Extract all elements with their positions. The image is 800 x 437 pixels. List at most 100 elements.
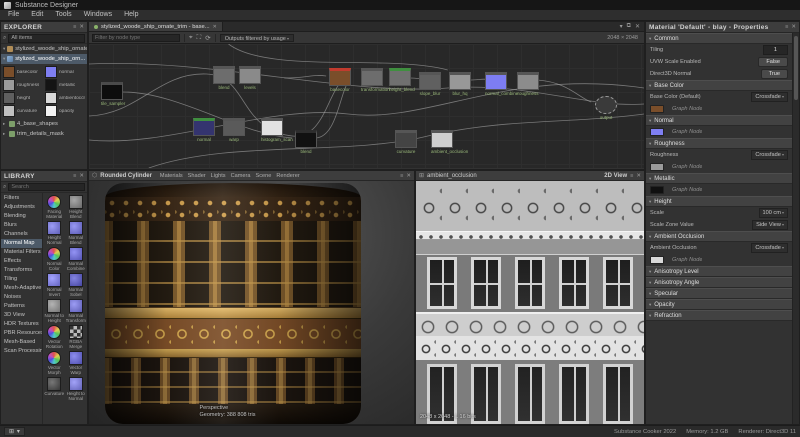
menu-item[interactable]: Windows	[78, 10, 118, 20]
expand-arrow-icon[interactable]: ▸	[3, 131, 7, 137]
output-item[interactable]: normal	[45, 66, 85, 78]
output-item[interactable]: opacity	[45, 105, 85, 117]
graph-node[interactable]: transformation	[361, 68, 383, 92]
property-value[interactable]: Crossfade	[751, 243, 788, 253]
scrollbar-track[interactable]	[792, 33, 799, 424]
library-category[interactable]: Tiling	[1, 275, 42, 284]
panel-menu-icon[interactable]: ≡	[73, 173, 76, 179]
explorer-filter-dropdown[interactable]: All items	[8, 34, 85, 43]
resource-row[interactable]: ▸ trim_details_mask	[1, 129, 87, 139]
graph-node[interactable]: tile_sampler	[101, 82, 123, 106]
library-category[interactable]: Filters	[1, 194, 42, 203]
graph-node[interactable]: roughness	[517, 72, 539, 96]
property-value[interactable]: Crossfade	[751, 150, 788, 160]
close-icon[interactable]: ✕	[635, 23, 640, 30]
output-item[interactable]: height	[3, 92, 43, 104]
library-item[interactable]: Vector Warp	[66, 351, 87, 375]
library-category[interactable]: Blurs	[1, 221, 42, 230]
property-value[interactable]: True	[761, 69, 788, 79]
graph-node[interactable]: normal	[193, 118, 215, 142]
library-item[interactable]: Normal Blend	[66, 221, 87, 245]
menu-item[interactable]: Edit	[25, 10, 49, 20]
graph-node[interactable]: height_blend	[389, 68, 411, 92]
library-category[interactable]: Mesh-Adaptive	[1, 284, 42, 293]
output-item[interactable]: metallic	[45, 79, 85, 91]
library-category[interactable]: Mesh-Based	[1, 338, 42, 347]
section-header[interactable]: ▾ Base Color	[646, 80, 792, 91]
property-value[interactable]: Graph Node	[672, 106, 702, 112]
view3d-menu-item[interactable]: Materials	[160, 173, 183, 179]
graph-node[interactable]: ambient_occlusion	[431, 130, 453, 154]
view3d-menu-item[interactable]: Renderer	[276, 173, 299, 179]
property-value[interactable]: Graph Node	[672, 257, 702, 263]
library-category[interactable]: Adjustments	[1, 203, 42, 212]
library-item[interactable]: Curvature	[44, 377, 65, 401]
expand-arrow-icon[interactable]: ▾	[3, 56, 5, 62]
menu-item[interactable]: Tools	[49, 10, 77, 20]
float-panel-icon[interactable]: ⧉	[627, 23, 631, 30]
library-category[interactable]: PBR Resources	[1, 329, 42, 338]
graph-view-mode-dropdown[interactable]: Outputs filtered by usage	[220, 34, 294, 42]
view3d-menu-item[interactable]: Lights	[211, 173, 226, 179]
section-header[interactable]: ▾ Common	[646, 33, 792, 44]
library-category[interactable]: Blending	[1, 212, 42, 221]
graph-node[interactable]: output	[595, 96, 617, 120]
fit-view-icon[interactable]: ⛶	[197, 34, 202, 42]
library-category[interactable]: Normal Map	[1, 239, 42, 248]
expand-arrow-icon[interactable]: ▸	[3, 121, 7, 127]
section-header[interactable]: ▾ Opacity	[646, 299, 792, 310]
library-search-input[interactable]	[8, 183, 85, 191]
panel-menu-icon[interactable]: ≡	[73, 24, 76, 30]
property-value[interactable]: False	[758, 57, 788, 67]
section-header[interactable]: ▾ Refraction	[646, 310, 792, 321]
menu-item[interactable]: File	[2, 10, 25, 20]
graph-node[interactable]: warp	[223, 118, 245, 142]
property-value[interactable]: 100 cm	[759, 208, 788, 218]
library-item[interactable]: Normal Color	[44, 247, 65, 271]
graph-node[interactable]: levels	[239, 66, 261, 90]
library-category[interactable]: 3D View	[1, 311, 42, 320]
expand-arrow-icon[interactable]: ▾	[3, 46, 5, 52]
property-value[interactable]: Graph Node	[672, 129, 702, 135]
graph-node[interactable]: blend	[295, 130, 317, 154]
refresh-icon[interactable]: ⟳	[205, 34, 210, 42]
viewport-3d[interactable]: Perspective Geometry: 388 808 tris	[89, 181, 414, 424]
close-icon[interactable]: ✕	[406, 173, 411, 179]
panel-menu-icon[interactable]: ≡	[400, 173, 403, 179]
section-header[interactable]: ▾ Height	[646, 196, 792, 207]
graph-row[interactable]: ▾ stylized_woode_ship_orn...	[1, 54, 87, 64]
section-header[interactable]: ▾ Roughness	[646, 138, 792, 149]
graph-node[interactable]: blend	[213, 66, 235, 90]
property-value[interactable]: Graph Node	[672, 164, 702, 170]
library-item[interactable]: Height Blend	[66, 195, 87, 219]
menu-item[interactable]: Help	[118, 10, 144, 20]
viewport-2d[interactable]: 2048 x 2048 - L 16 bits	[416, 181, 644, 424]
graph-node[interactable]: normal_combine	[485, 72, 507, 96]
library-category[interactable]: Effects	[1, 257, 42, 266]
property-value[interactable]: Crossfade	[751, 92, 788, 102]
library-item[interactable]: Normal Transform	[66, 299, 87, 323]
section-header[interactable]: ▾ Ambient Occlusion	[646, 231, 792, 242]
graph-node[interactable]: histogram_scan	[261, 118, 283, 142]
library-item[interactable]: Height to Normal	[66, 377, 87, 401]
graph-canvas[interactable]: tile_sampler blend levels normal warp	[89, 44, 644, 168]
close-icon[interactable]: ✕	[79, 24, 84, 30]
view3d-menu-item[interactable]: Shader	[188, 173, 206, 179]
library-item[interactable]: Normal Sobel	[66, 273, 87, 297]
node-filter-input[interactable]	[92, 34, 180, 42]
library-item[interactable]: RGBA Merge	[66, 325, 87, 349]
property-value[interactable]: 1	[763, 45, 788, 55]
library-category[interactable]: Patterns	[1, 302, 42, 311]
library-item[interactable]: Vector Morph	[44, 351, 65, 375]
close-tab-icon[interactable]: ✕	[213, 24, 217, 30]
section-header[interactable]: ▾ Specular	[646, 288, 792, 299]
panel-menu-icon[interactable]: ≡	[630, 173, 633, 179]
output-item[interactable]: ambientocclusion	[45, 92, 85, 104]
library-category[interactable]: HDR Textures	[1, 320, 42, 329]
panel-menu-icon[interactable]: ≡	[785, 24, 788, 30]
graph-tab[interactable]: stylized_woode_ship_ornate_trim - base..…	[89, 22, 223, 31]
focus-icon[interactable]: ⌖	[189, 34, 193, 42]
section-header[interactable]: ▾ Normal	[646, 115, 792, 126]
library-category[interactable]: Scan Processing	[1, 347, 42, 356]
view3d-menu-item[interactable]: Scene	[256, 173, 272, 179]
